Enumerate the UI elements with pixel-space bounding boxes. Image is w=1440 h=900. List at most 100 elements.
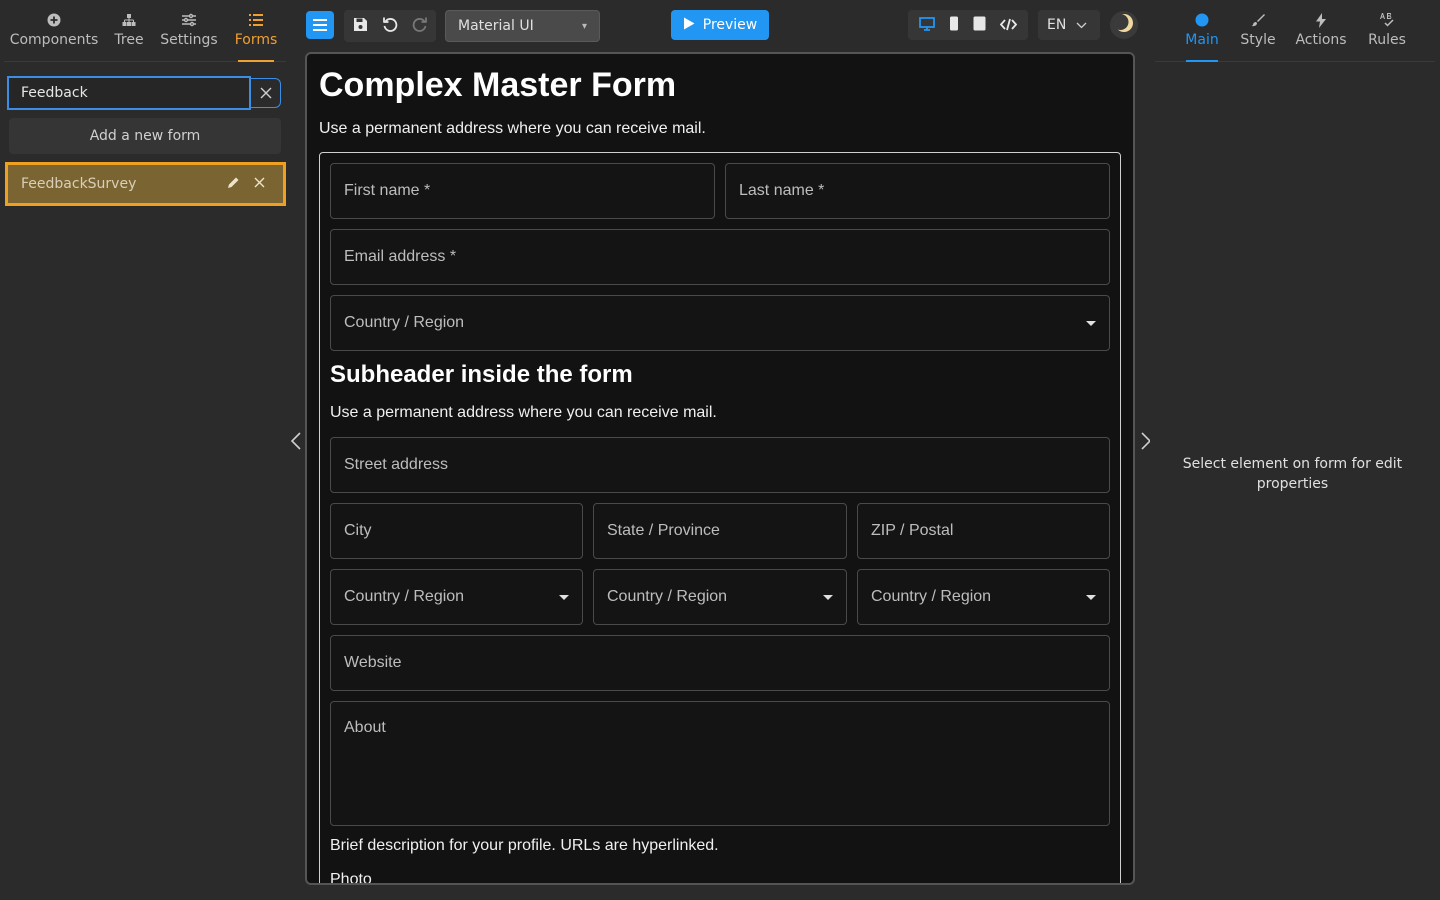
tab-tree-label: Tree	[114, 32, 144, 48]
tab-style[interactable]: Style	[1240, 12, 1276, 48]
caret-down-icon: ▾	[581, 20, 587, 32]
country-label-2: Country / Region	[607, 588, 728, 605]
close-icon	[254, 176, 265, 192]
city-field[interactable]: City	[330, 503, 583, 559]
left-tabs: Components Tree Settings Forms	[4, 0, 286, 62]
state-label: State / Province	[607, 522, 720, 539]
last-name-label: Last name *	[739, 182, 825, 199]
tab-actions[interactable]: Actions	[1295, 12, 1347, 48]
close-icon	[260, 84, 272, 103]
country-label: Country / Region	[344, 314, 465, 331]
redo-button[interactable]	[406, 12, 434, 40]
dark-mode-toggle[interactable]	[1110, 11, 1138, 39]
tree-icon	[121, 12, 137, 28]
country-label-1: Country / Region	[344, 588, 465, 605]
list-icon	[248, 12, 264, 28]
country-select-2[interactable]: Country / Region	[593, 569, 847, 625]
redo-icon	[412, 16, 428, 36]
properties-tabs: Main Style Actions Rules	[1155, 0, 1435, 62]
undo-button[interactable]	[376, 12, 404, 40]
tablet-view-button[interactable]	[973, 16, 986, 35]
first-name-field[interactable]: First name *	[330, 163, 715, 219]
language-value: EN	[1047, 17, 1067, 33]
website-label: Website	[344, 654, 402, 671]
country-select-3[interactable]: Country / Region	[857, 569, 1110, 625]
tab-components-label: Components	[9, 32, 99, 48]
form-list-item[interactable]: FeedbackSurvey	[5, 162, 286, 206]
about-helper-text: Brief description for your profile. URLs…	[330, 837, 719, 854]
code-view-button[interactable]	[999, 16, 1018, 35]
form-subheader: Subheader inside the form	[330, 361, 633, 388]
chevron-left-icon	[290, 432, 301, 454]
pencil-icon	[227, 176, 240, 193]
dropdown-arrow-icon	[823, 594, 833, 600]
form-canvas: Complex Master Form Use a permanent addr…	[305, 52, 1135, 885]
website-field[interactable]: Website	[330, 635, 1110, 691]
device-switcher	[908, 10, 1028, 40]
collapse-left-button[interactable]	[288, 430, 304, 456]
preview-label: Preview	[702, 17, 758, 33]
history-controls	[344, 10, 436, 42]
city-label: City	[344, 522, 372, 539]
moon-icon	[1112, 13, 1134, 37]
last-name-field[interactable]: Last name *	[725, 163, 1110, 219]
save-icon	[353, 17, 368, 36]
form-container: First name * Last name * Email address *…	[319, 152, 1121, 885]
zip-field[interactable]: ZIP / Postal	[857, 503, 1110, 559]
dropdown-arrow-icon	[1086, 594, 1096, 600]
left-panel: Components Tree Settings Forms Feedback …	[0, 0, 290, 900]
street-address-field[interactable]: Street address	[330, 437, 1110, 493]
dropdown-arrow-icon	[559, 594, 569, 600]
country-select[interactable]: Country / Region	[330, 295, 1110, 351]
tab-rules[interactable]: Rules	[1368, 12, 1406, 48]
tab-tree[interactable]: Tree	[104, 0, 154, 61]
form-item-name: FeedbackSurvey	[21, 176, 137, 192]
photo-label: Photo	[330, 871, 372, 885]
dot-icon	[1195, 12, 1209, 28]
undo-icon	[382, 16, 398, 36]
preview-button[interactable]: Preview	[671, 10, 769, 40]
bolt-icon	[1316, 12, 1326, 28]
phone-icon	[949, 16, 959, 35]
email-field[interactable]: Email address *	[330, 229, 1110, 285]
language-select[interactable]: EN	[1038, 10, 1100, 40]
hamburger-icon	[313, 16, 327, 35]
menu-button[interactable]	[306, 11, 334, 39]
country-select-1[interactable]: Country / Region	[330, 569, 583, 625]
about-textarea[interactable]: About	[330, 701, 1110, 826]
rules-icon	[1379, 12, 1395, 28]
about-label: About	[344, 719, 386, 736]
street-address-label: Street address	[344, 456, 449, 473]
ui-library-value: Material UI	[458, 18, 534, 34]
right-panel: Main Style Actions Rules Select element …	[1150, 0, 1440, 900]
add-new-form-button[interactable]: Add a new form	[9, 118, 281, 154]
form-builder-app: Components Tree Settings Forms Feedback …	[0, 0, 1440, 900]
edit-form-button[interactable]	[222, 173, 244, 195]
subheader-description: Use a permanent address where you can re…	[330, 404, 717, 421]
form-search	[7, 76, 281, 110]
dropdown-arrow-icon	[1086, 320, 1096, 326]
tab-settings-label: Settings	[160, 32, 218, 48]
desktop-icon	[919, 16, 935, 35]
form-search-input[interactable]	[7, 76, 251, 110]
state-field[interactable]: State / Province	[593, 503, 847, 559]
tab-settings[interactable]: Settings	[154, 0, 224, 61]
tab-components[interactable]: Components	[4, 0, 104, 61]
form-title: Complex Master Form	[319, 66, 677, 104]
country-label-3: Country / Region	[871, 588, 992, 605]
tablet-icon	[973, 16, 986, 35]
tab-main[interactable]: Main	[1185, 12, 1219, 48]
tab-rules-label: Rules	[1368, 32, 1406, 48]
desktop-view-button[interactable]	[919, 16, 935, 35]
delete-form-button[interactable]	[248, 173, 270, 195]
zip-label: ZIP / Postal	[871, 522, 954, 539]
clear-search-button[interactable]	[251, 78, 281, 108]
tab-forms[interactable]: Forms	[224, 0, 288, 61]
mobile-view-button[interactable]	[949, 16, 959, 35]
code-icon	[999, 16, 1018, 35]
save-button[interactable]	[346, 12, 374, 40]
chevron-down-icon	[1076, 17, 1087, 33]
brush-icon	[1251, 12, 1265, 28]
play-icon	[683, 17, 695, 34]
ui-library-select[interactable]: Material UI ▾	[445, 10, 600, 42]
